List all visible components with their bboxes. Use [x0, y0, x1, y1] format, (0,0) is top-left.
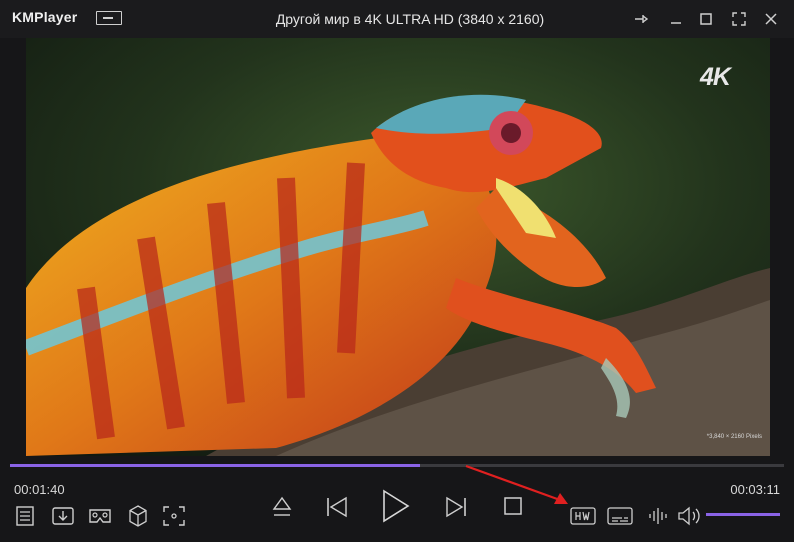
next-icon[interactable] — [443, 494, 469, 520]
stop-icon[interactable] — [502, 495, 524, 517]
kmplayer-window: KMPlayer Другой мир в 4K ULTRA HD (3840 … — [0, 0, 794, 542]
volume-icon[interactable] — [677, 505, 703, 527]
volume-slider[interactable] — [706, 513, 780, 516]
vr-icon[interactable] — [88, 505, 112, 527]
eject-icon[interactable] — [270, 494, 294, 520]
pin-icon[interactable] — [630, 8, 652, 30]
close-icon[interactable] — [760, 8, 782, 30]
hw-decoder-icon[interactable] — [569, 506, 597, 526]
4k-badge: 4K — [700, 63, 731, 91]
download-icon[interactable] — [51, 505, 75, 527]
current-time: 00:01:40 — [14, 482, 65, 497]
maximize-icon[interactable] — [695, 8, 717, 30]
minimize-icon[interactable] — [665, 8, 687, 30]
play-icon[interactable] — [380, 489, 412, 523]
subtitle-icon[interactable] — [606, 506, 634, 526]
audio-wave-icon[interactable] — [647, 505, 671, 527]
chameleon-image — [26, 38, 770, 456]
fullscreen-icon[interactable] — [728, 8, 750, 30]
mini-mode-icon[interactable] — [96, 11, 122, 25]
window-title: Другой мир в 4K ULTRA HD (3840 x 2160) — [275, 11, 545, 27]
3d-icon[interactable] — [126, 504, 150, 528]
total-time: 00:03:11 — [730, 482, 780, 497]
app-logo[interactable]: KMPlayer — [12, 9, 77, 25]
playlist-icon[interactable] — [15, 505, 35, 527]
pixel-note: *3,840 × 2160 Pixels — [706, 434, 762, 440]
seek-bar[interactable] — [10, 464, 784, 467]
seek-bar-played — [10, 464, 421, 467]
capture-icon[interactable] — [162, 505, 186, 527]
title-bar[interactable]: KMPlayer Другой мир в 4K ULTRA HD (3840 … — [0, 0, 794, 38]
video-frame[interactable]: 4K *3,840 × 2160 Pixels — [26, 38, 770, 456]
previous-icon[interactable] — [324, 494, 350, 520]
